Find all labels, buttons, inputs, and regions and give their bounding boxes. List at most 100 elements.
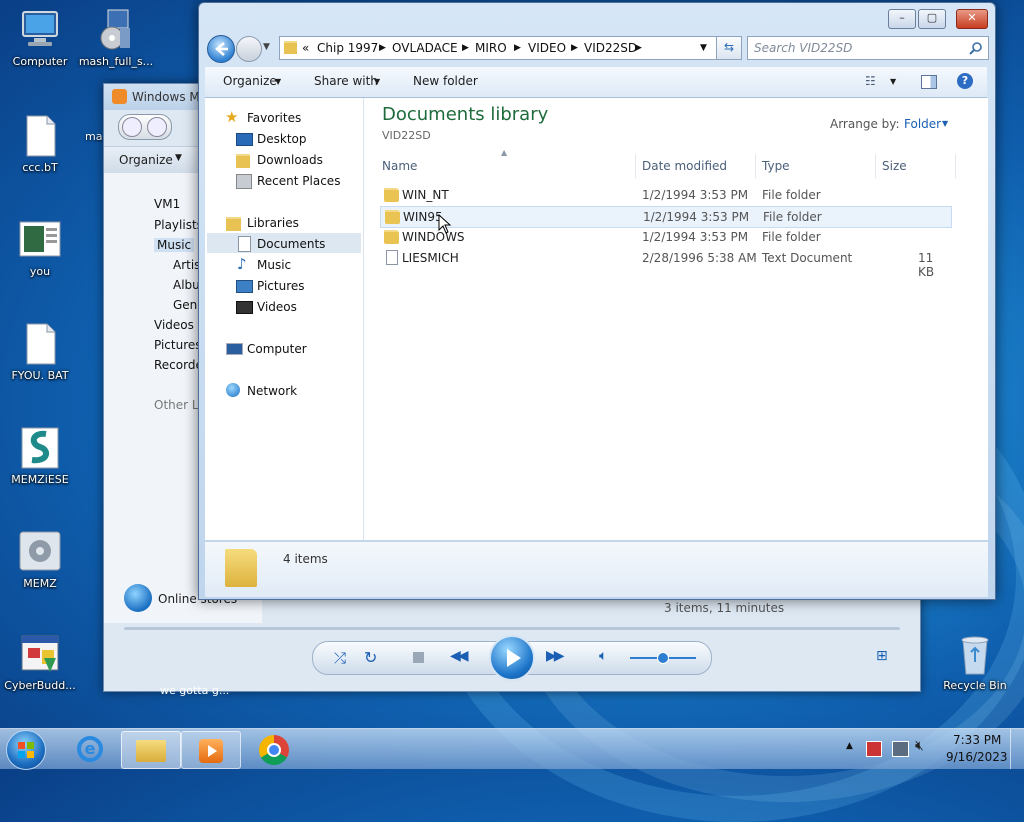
taskbar-media-player[interactable]: [181, 731, 241, 769]
file-name: WIN_NT: [402, 188, 449, 202]
minimize-button[interactable]: –: [888, 9, 916, 29]
chevron-right-icon[interactable]: ▶: [635, 43, 642, 53]
desktop-icon-you[interactable]: you: [1, 218, 79, 278]
breadcrumb-miro[interactable]: MIRO: [475, 41, 507, 55]
wmp-nav-videos[interactable]: Videos: [154, 318, 194, 332]
chevron-right-icon[interactable]: ▶: [379, 43, 386, 53]
desktop-icon-cyberbudd[interactable]: CyberBudd...: [1, 632, 79, 692]
chevron-right-icon[interactable]: ▶: [571, 43, 578, 53]
address-dropdown-icon[interactable]: ▼: [700, 43, 707, 53]
chevron-right-icon[interactable]: ▶: [514, 43, 521, 53]
recent-pages-dropdown-icon[interactable]: ▼: [263, 42, 270, 52]
chevron-down-icon: ▼: [374, 77, 381, 86]
file-row[interactable]: LIESMICH 2/28/1996 5:38 AM Text Document…: [380, 248, 950, 279]
network-tray-icon[interactable]: [892, 741, 909, 757]
arrange-by-dropdown[interactable]: Folder: [904, 117, 941, 131]
nav-computer[interactable]: Computer: [247, 342, 307, 356]
taskbar-chrome[interactable]: [245, 731, 303, 767]
taskbar: e ▲ 🔇︎ 7:33 PM 9/16/2023: [0, 728, 1024, 770]
file-row[interactable]: WIN_NT 1/2/1994 3:53 PM File folder: [380, 185, 950, 205]
nav-recent-places[interactable]: Recent Places: [257, 174, 340, 188]
desktop-icon-memz[interactable]: MEMZ: [1, 530, 79, 590]
back-button[interactable]: [207, 35, 235, 63]
chevron-down-icon[interactable]: ▼: [890, 77, 896, 86]
taskbar-file-explorer[interactable]: [121, 731, 181, 769]
file-row[interactable]: WINDOWS 1/2/1994 3:53 PM File folder: [380, 227, 950, 247]
search-box[interactable]: Search VID22SD: [747, 36, 989, 60]
column-header-name[interactable]: Name: [382, 159, 417, 173]
desktop-icon-ccc[interactable]: ccc.bT: [1, 114, 79, 174]
wmp-nav-vm1[interactable]: VM1: [154, 197, 180, 211]
wmp-nav-pictures[interactable]: Pictures: [154, 338, 202, 352]
desktop-icon-recycle-bin[interactable]: Recycle Bin: [936, 632, 1014, 692]
nav-pictures[interactable]: Pictures: [257, 279, 305, 293]
start-button[interactable]: [6, 730, 46, 770]
explorer-window[interactable]: – ▢ ✕ ▼ « Chip 1997 ▶ OVLADACE ▶ MIRO ▶ …: [198, 2, 996, 600]
chevron-right-icon[interactable]: ▶: [462, 43, 469, 53]
clock-time[interactable]: 7:33 PM: [953, 733, 1001, 747]
chevron-down-icon[interactable]: ▼: [942, 119, 948, 128]
show-hidden-icons[interactable]: ▲: [846, 741, 853, 751]
media-player-taskbar-icon: [199, 739, 223, 763]
preview-pane-icon[interactable]: [921, 75, 937, 89]
seek-bar[interactable]: [124, 627, 900, 630]
volume-slider-thumb[interactable]: [657, 652, 669, 664]
breadcrumb-chip-1997[interactable]: Chip 1997: [317, 41, 378, 55]
clock-date[interactable]: 9/16/2023: [946, 750, 1008, 764]
taskbar-internet-explorer[interactable]: e: [61, 731, 119, 767]
address-bar[interactable]: « Chip 1997 ▶ OVLADACE ▶ MIRO ▶ VIDEO ▶ …: [279, 36, 717, 60]
column-header-type[interactable]: Type: [762, 159, 790, 173]
desktop-icon-mash[interactable]: mash_full_s...: [77, 8, 155, 68]
stop-icon[interactable]: [413, 652, 424, 663]
breadcrumb-vid22sd[interactable]: VID22SD: [584, 41, 637, 55]
desktop-icon-fyou-bat[interactable]: FYOU. BAT: [1, 322, 79, 382]
nav-downloads[interactable]: Downloads: [257, 153, 323, 167]
view-options-icon[interactable]: ☷: [865, 74, 876, 88]
search-icon[interactable]: [969, 41, 983, 55]
nav-desktop[interactable]: Desktop: [257, 132, 307, 146]
repeat-icon[interactable]: ↻: [364, 648, 377, 667]
show-desktop-button[interactable]: [1010, 729, 1024, 769]
volume-muted-icon[interactable]: 🔇︎: [915, 738, 924, 754]
wmp-nav-album[interactable]: Albu: [173, 278, 200, 292]
nav-favorites[interactable]: Favorites: [247, 111, 301, 125]
desktop-icon-computer[interactable]: Computer: [1, 8, 79, 68]
help-icon[interactable]: ?: [957, 73, 973, 89]
internet-explorer-icon: e: [77, 736, 103, 762]
forward-button[interactable]: [236, 36, 262, 62]
shuffle-icon[interactable]: ⤮: [334, 649, 346, 667]
previous-icon[interactable]: ◀◀: [450, 648, 468, 664]
share-with-button[interactable]: Share with: [314, 74, 378, 88]
breadcrumb-video[interactable]: VIDEO: [528, 41, 566, 55]
nav-music[interactable]: Music: [257, 258, 291, 272]
nav-videos[interactable]: Videos: [257, 300, 297, 314]
nav-documents[interactable]: Documents: [257, 237, 325, 251]
file-row-hovered[interactable]: WIN95 1/2/1994 3:53 PM File folder: [380, 206, 952, 228]
refresh-icon[interactable]: ⇆: [716, 36, 742, 60]
nav-network[interactable]: Network: [247, 384, 297, 398]
breadcrumb-overflow[interactable]: «: [302, 41, 309, 55]
breadcrumb-ovladace[interactable]: OVLADACE: [392, 41, 458, 55]
wmp-nav-artist[interactable]: Artis: [173, 258, 200, 272]
wmp-nav-other[interactable]: Other Li: [154, 398, 202, 412]
close-button[interactable]: ✕: [956, 9, 988, 29]
item-count: 4 items: [283, 552, 328, 566]
play-button[interactable]: [489, 635, 535, 681]
wmp-nav-music[interactable]: Music: [154, 238, 195, 252]
organize-button[interactable]: Organize: [223, 74, 277, 88]
desktop-icon-memziese[interactable]: MEMZiESE: [1, 426, 79, 486]
media-player-organize-button[interactable]: Organize: [119, 153, 173, 167]
volume-icon[interactable]: 🔈︎: [599, 648, 607, 664]
desktop-icon-label: mash_full_s...: [78, 55, 154, 68]
next-icon[interactable]: ▶▶: [546, 648, 564, 664]
nav-libraries[interactable]: Libraries: [247, 216, 299, 230]
maximize-button[interactable]: ▢: [918, 9, 946, 29]
wmp-nav-playlists[interactable]: Playlists: [154, 218, 203, 232]
back-forward-buttons[interactable]: [118, 114, 172, 140]
wmp-nav-recorded[interactable]: Recorde: [154, 358, 203, 372]
action-center-icon[interactable]: [866, 741, 882, 757]
column-header-date-modified[interactable]: Date modified: [642, 159, 727, 173]
column-header-size[interactable]: Size: [882, 159, 907, 173]
new-folder-button[interactable]: New folder: [413, 74, 478, 88]
switch-to-now-playing-icon[interactable]: ⊞: [876, 648, 888, 664]
